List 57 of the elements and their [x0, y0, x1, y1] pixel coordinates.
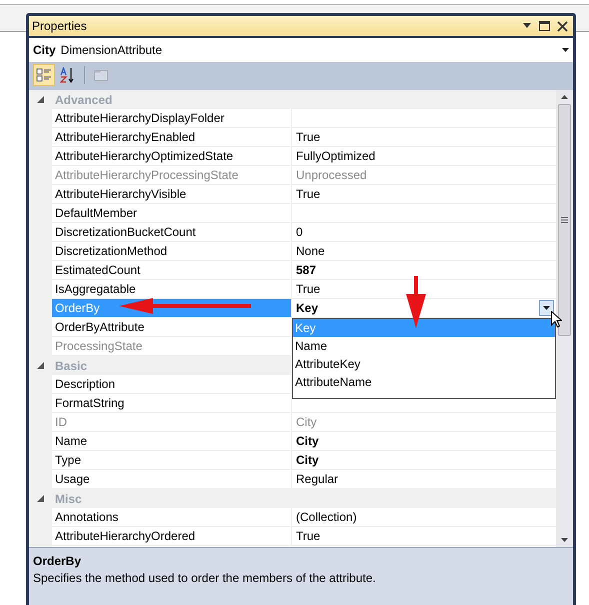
categorized-button[interactable] — [33, 64, 55, 86]
property-value: City — [296, 434, 319, 448]
scroll-down-icon[interactable] — [561, 538, 568, 542]
property-name[interactable]: Type — [52, 451, 292, 470]
property-name[interactable]: Annotations — [52, 508, 292, 527]
property-name[interactable]: AttributeHierarchyVisible — [52, 185, 292, 204]
expander-icon[interactable] — [37, 96, 44, 103]
property-name[interactable]: DiscretizationMethod — [52, 242, 292, 261]
dropdown-arrow-icon[interactable] — [562, 48, 569, 52]
property-name[interactable]: AttributeHierarchyOptimizedState — [52, 147, 292, 166]
property-name[interactable]: EstimatedCount — [52, 261, 292, 280]
property-name[interactable]: DefaultMember — [52, 204, 292, 223]
property-value: FullyOptimized — [296, 149, 376, 163]
property-name[interactable]: Description — [52, 375, 292, 394]
property-name[interactable]: OrderByAttribute — [52, 318, 292, 337]
property-value: True — [296, 282, 320, 296]
property-value: (Collection) — [296, 510, 357, 524]
description-text: Specifies the method used to order the members of the attribute. — [33, 571, 377, 585]
property-value: City — [296, 453, 319, 467]
window-icon — [93, 67, 109, 83]
dropdown-option[interactable]: AttributeName — [293, 373, 555, 391]
object-name: City — [33, 43, 56, 57]
property-value: True — [296, 187, 320, 201]
property-name[interactable]: AttributeHierarchyDisplayFolder — [52, 109, 292, 128]
property-name[interactable]: FormatString — [52, 394, 292, 413]
object-selector[interactable]: City DimensionAttribute — [29, 38, 573, 62]
maximize-icon[interactable] — [539, 21, 550, 31]
property-value: True — [296, 130, 320, 144]
property-value: True — [296, 529, 320, 543]
sort-alphabetical-icon — [60, 67, 76, 83]
property-name[interactable]: DiscretizationBucketCount — [52, 223, 292, 242]
categorized-icon — [36, 67, 52, 83]
property-value: Key — [296, 301, 318, 315]
dropdown-option[interactable]: AttributeKey — [293, 355, 555, 373]
object-type: DimensionAttribute — [60, 43, 162, 57]
window-title: Properties — [32, 19, 87, 33]
scrollbar[interactable] — [556, 90, 573, 547]
description-title: OrderBy — [33, 554, 82, 568]
property-value: None — [296, 244, 325, 258]
scroll-up-icon[interactable] — [561, 95, 568, 99]
caret-icon — [543, 306, 550, 310]
dropdown-option[interactable]: Name — [293, 337, 555, 355]
property-value: Unprocessed — [296, 168, 367, 182]
expander-icon[interactable] — [37, 362, 44, 369]
annotation-arrow — [406, 276, 426, 328]
property-value: 0 — [296, 225, 303, 239]
property-value: City — [296, 415, 317, 429]
dropdown-button[interactable] — [539, 300, 554, 316]
expander-icon[interactable] — [37, 495, 44, 502]
scroll-thumb[interactable] — [558, 104, 571, 336]
property-value: 587 — [296, 263, 316, 277]
dropdown-icon[interactable] — [522, 23, 532, 29]
property-name[interactable]: AttributeHierarchyOrdered — [52, 527, 292, 546]
property-name[interactable]: AttributeHierarchyEnabled — [52, 128, 292, 147]
close-icon[interactable] — [557, 20, 568, 32]
property-name[interactable]: Name — [52, 432, 292, 451]
property-value: Regular — [296, 472, 338, 486]
